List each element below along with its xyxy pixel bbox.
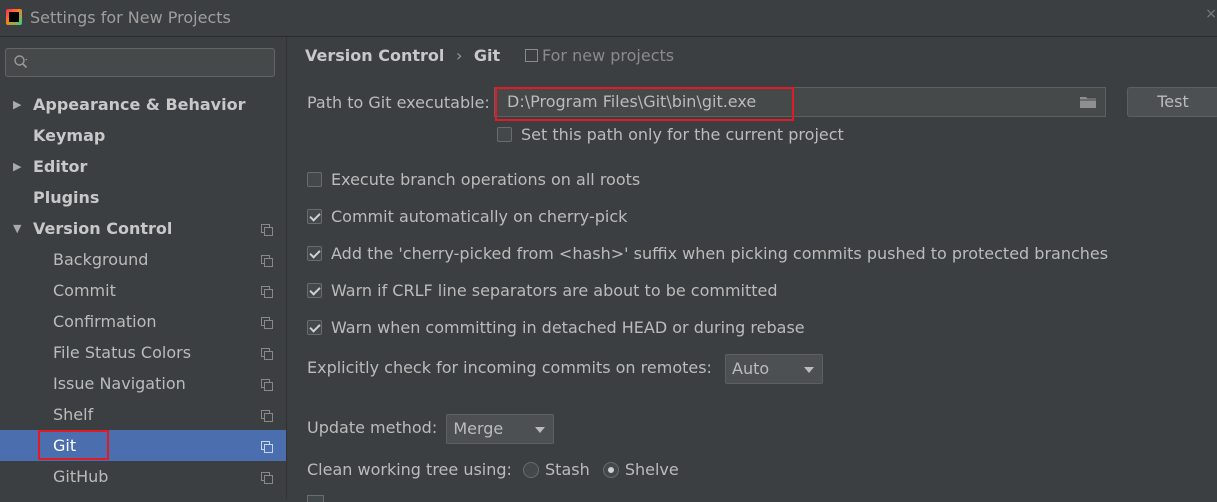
- tree-item-label: File Status Colors: [53, 343, 192, 362]
- annotation-highlight-box: [495, 87, 794, 121]
- dropdown-value: Auto: [732, 358, 770, 378]
- folder-icon[interactable]: [1079, 95, 1097, 109]
- cherry-picked-suffix-checkbox[interactable]: [307, 246, 322, 261]
- update-method-label: Update method:: [307, 418, 438, 437]
- title-bar: Settings for New Projects ×: [0, 0, 1217, 37]
- tree-item-github[interactable]: GitHub: [0, 461, 286, 492]
- branch-ops-all-roots-checkbox[interactable]: [307, 172, 322, 187]
- tree-item-label: Issue Navigation: [53, 374, 186, 393]
- project-scope-icon: [525, 49, 538, 62]
- tree-item-issue-navigation[interactable]: Issue Navigation: [0, 368, 286, 399]
- clean-working-tree-label: Clean working tree using:: [307, 460, 512, 479]
- project-copy-icon: [261, 348, 273, 360]
- clean-working-tree-row: Clean working tree using: Stash Shelve: [307, 460, 679, 479]
- tree-item-label: GitHub: [53, 467, 109, 486]
- incoming-commits-row: Explicitly check for incoming commits on…: [307, 353, 824, 384]
- checkbox-label: Warn when committing in detached HEAD or…: [331, 318, 805, 337]
- update-method-dropdown[interactable]: Merge: [446, 413, 555, 444]
- settings-tree: ▶ Appearance & Behavior Keymap ▶ Editor …: [0, 89, 286, 492]
- checkbox-label: Warn if CRLF line separators are about t…: [331, 281, 778, 300]
- option-row[interactable]: Warn when committing in detached HEAD or…: [307, 318, 805, 337]
- expand-arrow-icon[interactable]: ▶: [13, 151, 21, 182]
- tree-item-label: Plugins: [33, 188, 100, 207]
- checkbox-label: Add the 'cherry-picked from <hash>' suff…: [331, 244, 1109, 263]
- search-icon: [14, 55, 28, 69]
- tree-item-label: Shelf: [53, 405, 94, 424]
- expand-arrow-icon[interactable]: ▶: [13, 89, 21, 120]
- scope-note: For new projects: [525, 46, 674, 65]
- incoming-commits-label: Explicitly check for incoming commits on…: [307, 358, 712, 377]
- project-copy-icon: [261, 317, 273, 329]
- git-path-label: Path to Git executable:: [307, 93, 490, 112]
- checkbox-label: Execute branch operations on all roots: [331, 170, 641, 189]
- search-input[interactable]: [5, 48, 275, 77]
- option-row[interactable]: Execute branch operations on all roots: [307, 170, 640, 189]
- project-copy-icon: [261, 441, 273, 453]
- breadcrumb-item: Git: [473, 46, 501, 65]
- breadcrumb: Version Control › Git: [305, 46, 506, 65]
- tree-item-file-status-colors[interactable]: File Status Colors: [0, 337, 286, 368]
- current-project-only-checkbox[interactable]: [497, 127, 512, 142]
- chevron-down-icon: [535, 426, 546, 433]
- scope-note-text: For new projects: [542, 46, 675, 65]
- tree-item-keymap[interactable]: Keymap: [0, 120, 286, 151]
- settings-sidebar: ▶ Appearance & Behavior Keymap ▶ Editor …: [0, 37, 287, 499]
- chevron-down-icon: [804, 366, 815, 373]
- shelve-radio[interactable]: [602, 462, 619, 478]
- tree-item-shelf[interactable]: Shelf: [0, 399, 286, 430]
- project-copy-icon: [261, 255, 273, 267]
- tree-item-label: Commit: [53, 281, 116, 300]
- tree-item-label: Editor: [33, 157, 88, 176]
- warn-detached-head-checkbox[interactable]: [307, 320, 322, 335]
- intellij-logo-icon: [6, 9, 22, 25]
- tree-item-plugins[interactable]: Plugins: [0, 182, 286, 213]
- incoming-commits-dropdown[interactable]: Auto: [725, 353, 824, 384]
- update-method-row: Update method: Merge: [307, 413, 555, 444]
- tree-item-label: Confirmation: [53, 312, 157, 331]
- tree-item-background[interactable]: Background: [0, 244, 286, 275]
- current-project-only-row[interactable]: Set this path only for the current proje…: [497, 125, 844, 144]
- project-copy-icon: [261, 224, 273, 236]
- annotation-highlight-box: [38, 430, 109, 460]
- tree-item-label: Keymap: [33, 126, 106, 145]
- checkbox-label: Commit automatically on cherry-pick: [331, 207, 628, 226]
- test-button[interactable]: Test: [1127, 87, 1217, 117]
- breadcrumb-item: Version Control: [305, 46, 445, 65]
- project-copy-icon: [261, 410, 273, 422]
- tree-item-label: Appearance & Behavior: [33, 95, 246, 114]
- tree-item-appearance-behavior[interactable]: ▶ Appearance & Behavior: [0, 89, 286, 120]
- collapse-arrow-icon[interactable]: ▼: [13, 213, 21, 244]
- radio-label[interactable]: Shelve: [625, 460, 679, 479]
- settings-panel: Version Control › Git For new projects P…: [287, 37, 1217, 502]
- stash-radio[interactable]: [523, 462, 540, 478]
- option-row[interactable]: Add the 'cherry-picked from <hash>' suff…: [307, 244, 1108, 263]
- commit-on-cherry-pick-checkbox[interactable]: [307, 209, 322, 224]
- warn-crlf-checkbox[interactable]: [307, 283, 322, 298]
- radio-label[interactable]: Stash: [545, 460, 590, 479]
- dropdown-value: Merge: [453, 418, 504, 438]
- tree-item-commit[interactable]: Commit: [0, 275, 286, 306]
- close-icon[interactable]: ×: [1205, 6, 1217, 22]
- tree-item-confirmation[interactable]: Confirmation: [0, 306, 286, 337]
- checkbox-label: Set this path only for the current proje…: [521, 125, 844, 144]
- tree-item-version-control[interactable]: ▼ Version Control: [0, 213, 286, 244]
- breadcrumb-separator: ›: [455, 46, 463, 65]
- option-row[interactable]: Warn if CRLF line separators are about t…: [307, 281, 778, 300]
- project-copy-icon: [261, 472, 273, 484]
- tree-item-label: Background: [53, 250, 149, 269]
- tree-item-editor[interactable]: ▶ Editor: [0, 151, 286, 182]
- tree-item-git[interactable]: Git: [0, 430, 286, 461]
- option-row[interactable]: Commit automatically on cherry-pick: [307, 207, 627, 226]
- project-copy-icon: [261, 286, 273, 298]
- tree-item-label: Version Control: [33, 219, 173, 238]
- project-copy-icon: [261, 379, 273, 391]
- window-title: Settings for New Projects: [30, 8, 231, 27]
